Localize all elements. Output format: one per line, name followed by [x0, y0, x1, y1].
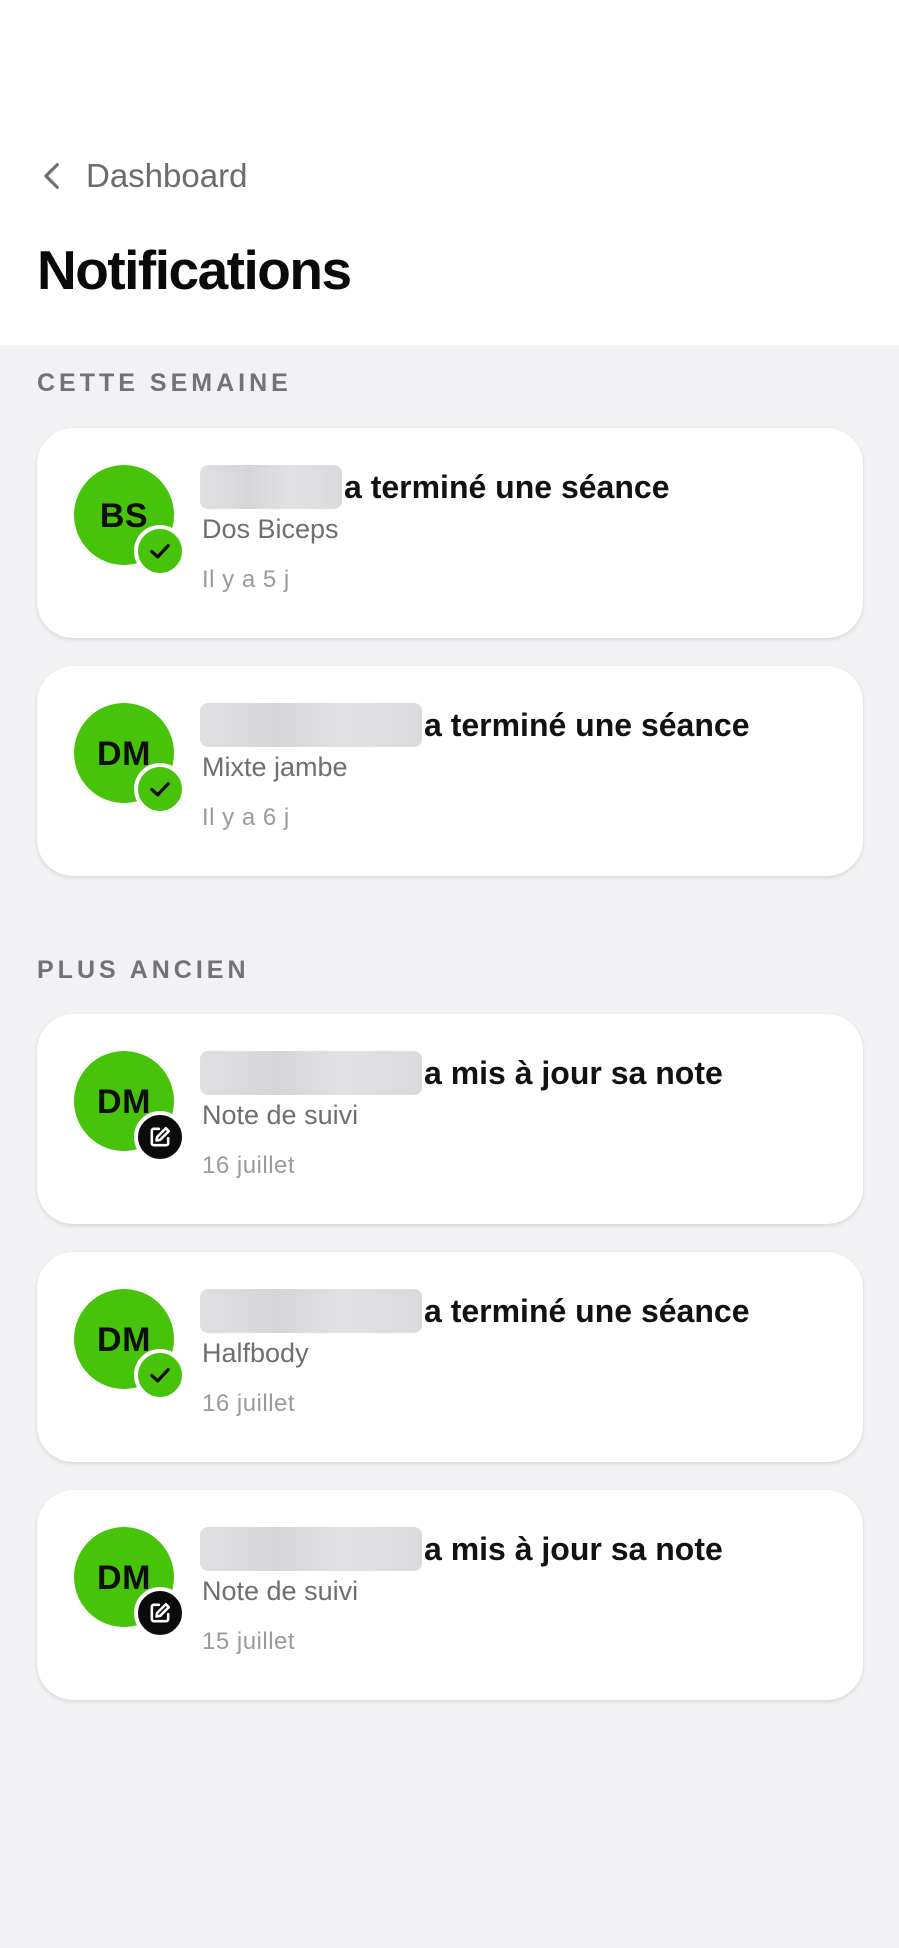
- notification-headline: a terminé une séance: [200, 1286, 749, 1336]
- section-title-older: PLUS ANCIEN: [37, 956, 250, 984]
- notification-subtitle: Note de suivi: [202, 1100, 359, 1130]
- header: Dashboard Notifications: [0, 0, 899, 345]
- notification-action: a terminé une séance: [424, 1292, 750, 1329]
- notification-card[interactable]: BS a terminé une séance Dos Biceps Il y …: [37, 428, 863, 638]
- notification-headline: a mis à jour sa note: [200, 1524, 723, 1574]
- notification-headline: a terminé une séance: [200, 700, 749, 750]
- notification-time: 16 juillet: [202, 1390, 296, 1417]
- notification-time: 16 juillet: [202, 1152, 296, 1179]
- notification-action: a terminé une séance: [344, 468, 670, 505]
- back-label: Dashboard: [86, 157, 248, 194]
- notification-headline: a mis à jour sa note: [200, 1048, 723, 1098]
- notification-card[interactable]: DM a terminé une séance Halfbody 16 juil…: [37, 1252, 863, 1462]
- notification-card[interactable]: DM a mis à jour sa note Note de suivi 15…: [37, 1490, 863, 1700]
- notification-headline: a terminé une séance: [200, 462, 669, 512]
- notification-subtitle: Dos Biceps: [202, 514, 339, 544]
- user-name-redacted: [200, 1527, 422, 1571]
- user-name-redacted: [200, 1289, 422, 1333]
- avatar-initials: BS: [99, 496, 149, 535]
- check-icon: [134, 525, 186, 577]
- notification-time: Il y a 5 j: [202, 566, 290, 593]
- notification-time: Il y a 6 j: [202, 804, 290, 831]
- notification-action: a mis à jour sa note: [424, 1054, 723, 1091]
- edit-icon: [134, 1111, 186, 1163]
- notification-time: 15 juillet: [202, 1628, 296, 1655]
- notification-subtitle: Mixte jambe: [202, 752, 348, 782]
- notification-action: a terminé une séance: [424, 706, 750, 743]
- check-icon: [134, 763, 186, 815]
- section-title-this-week: CETTE SEMAINE: [37, 369, 292, 397]
- notification-subtitle: Note de suivi: [202, 1576, 359, 1606]
- user-name-redacted: [200, 703, 422, 747]
- notification-subtitle: Halfbody: [202, 1338, 309, 1368]
- back-button[interactable]: Dashboard: [36, 150, 247, 202]
- edit-icon: [134, 1587, 186, 1639]
- notification-card[interactable]: DM a terminé une séance Mixte jambe Il y…: [37, 666, 863, 876]
- page-title: Notifications: [37, 239, 352, 301]
- check-icon: [134, 1349, 186, 1401]
- notification-card[interactable]: DM a mis à jour sa note Note de suivi 16…: [37, 1014, 863, 1224]
- notification-action: a mis à jour sa note: [424, 1530, 723, 1567]
- user-name-redacted: [200, 1051, 422, 1095]
- chevron-left-icon: [44, 163, 59, 189]
- user-name-redacted: [200, 465, 342, 509]
